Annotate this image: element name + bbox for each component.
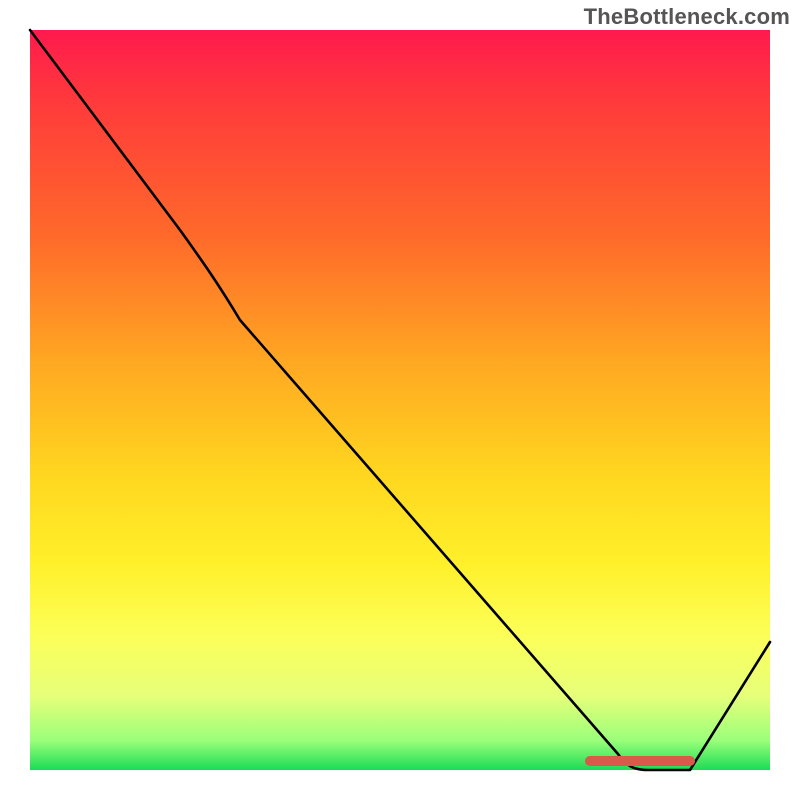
bottleneck-curve [30,30,770,770]
watermark-text: TheBottleneck.com [584,4,790,30]
curve-svg [30,30,770,770]
plot-area [30,30,770,770]
optimal-range-marker [585,756,695,766]
chart-container: TheBottleneck.com [0,0,800,800]
